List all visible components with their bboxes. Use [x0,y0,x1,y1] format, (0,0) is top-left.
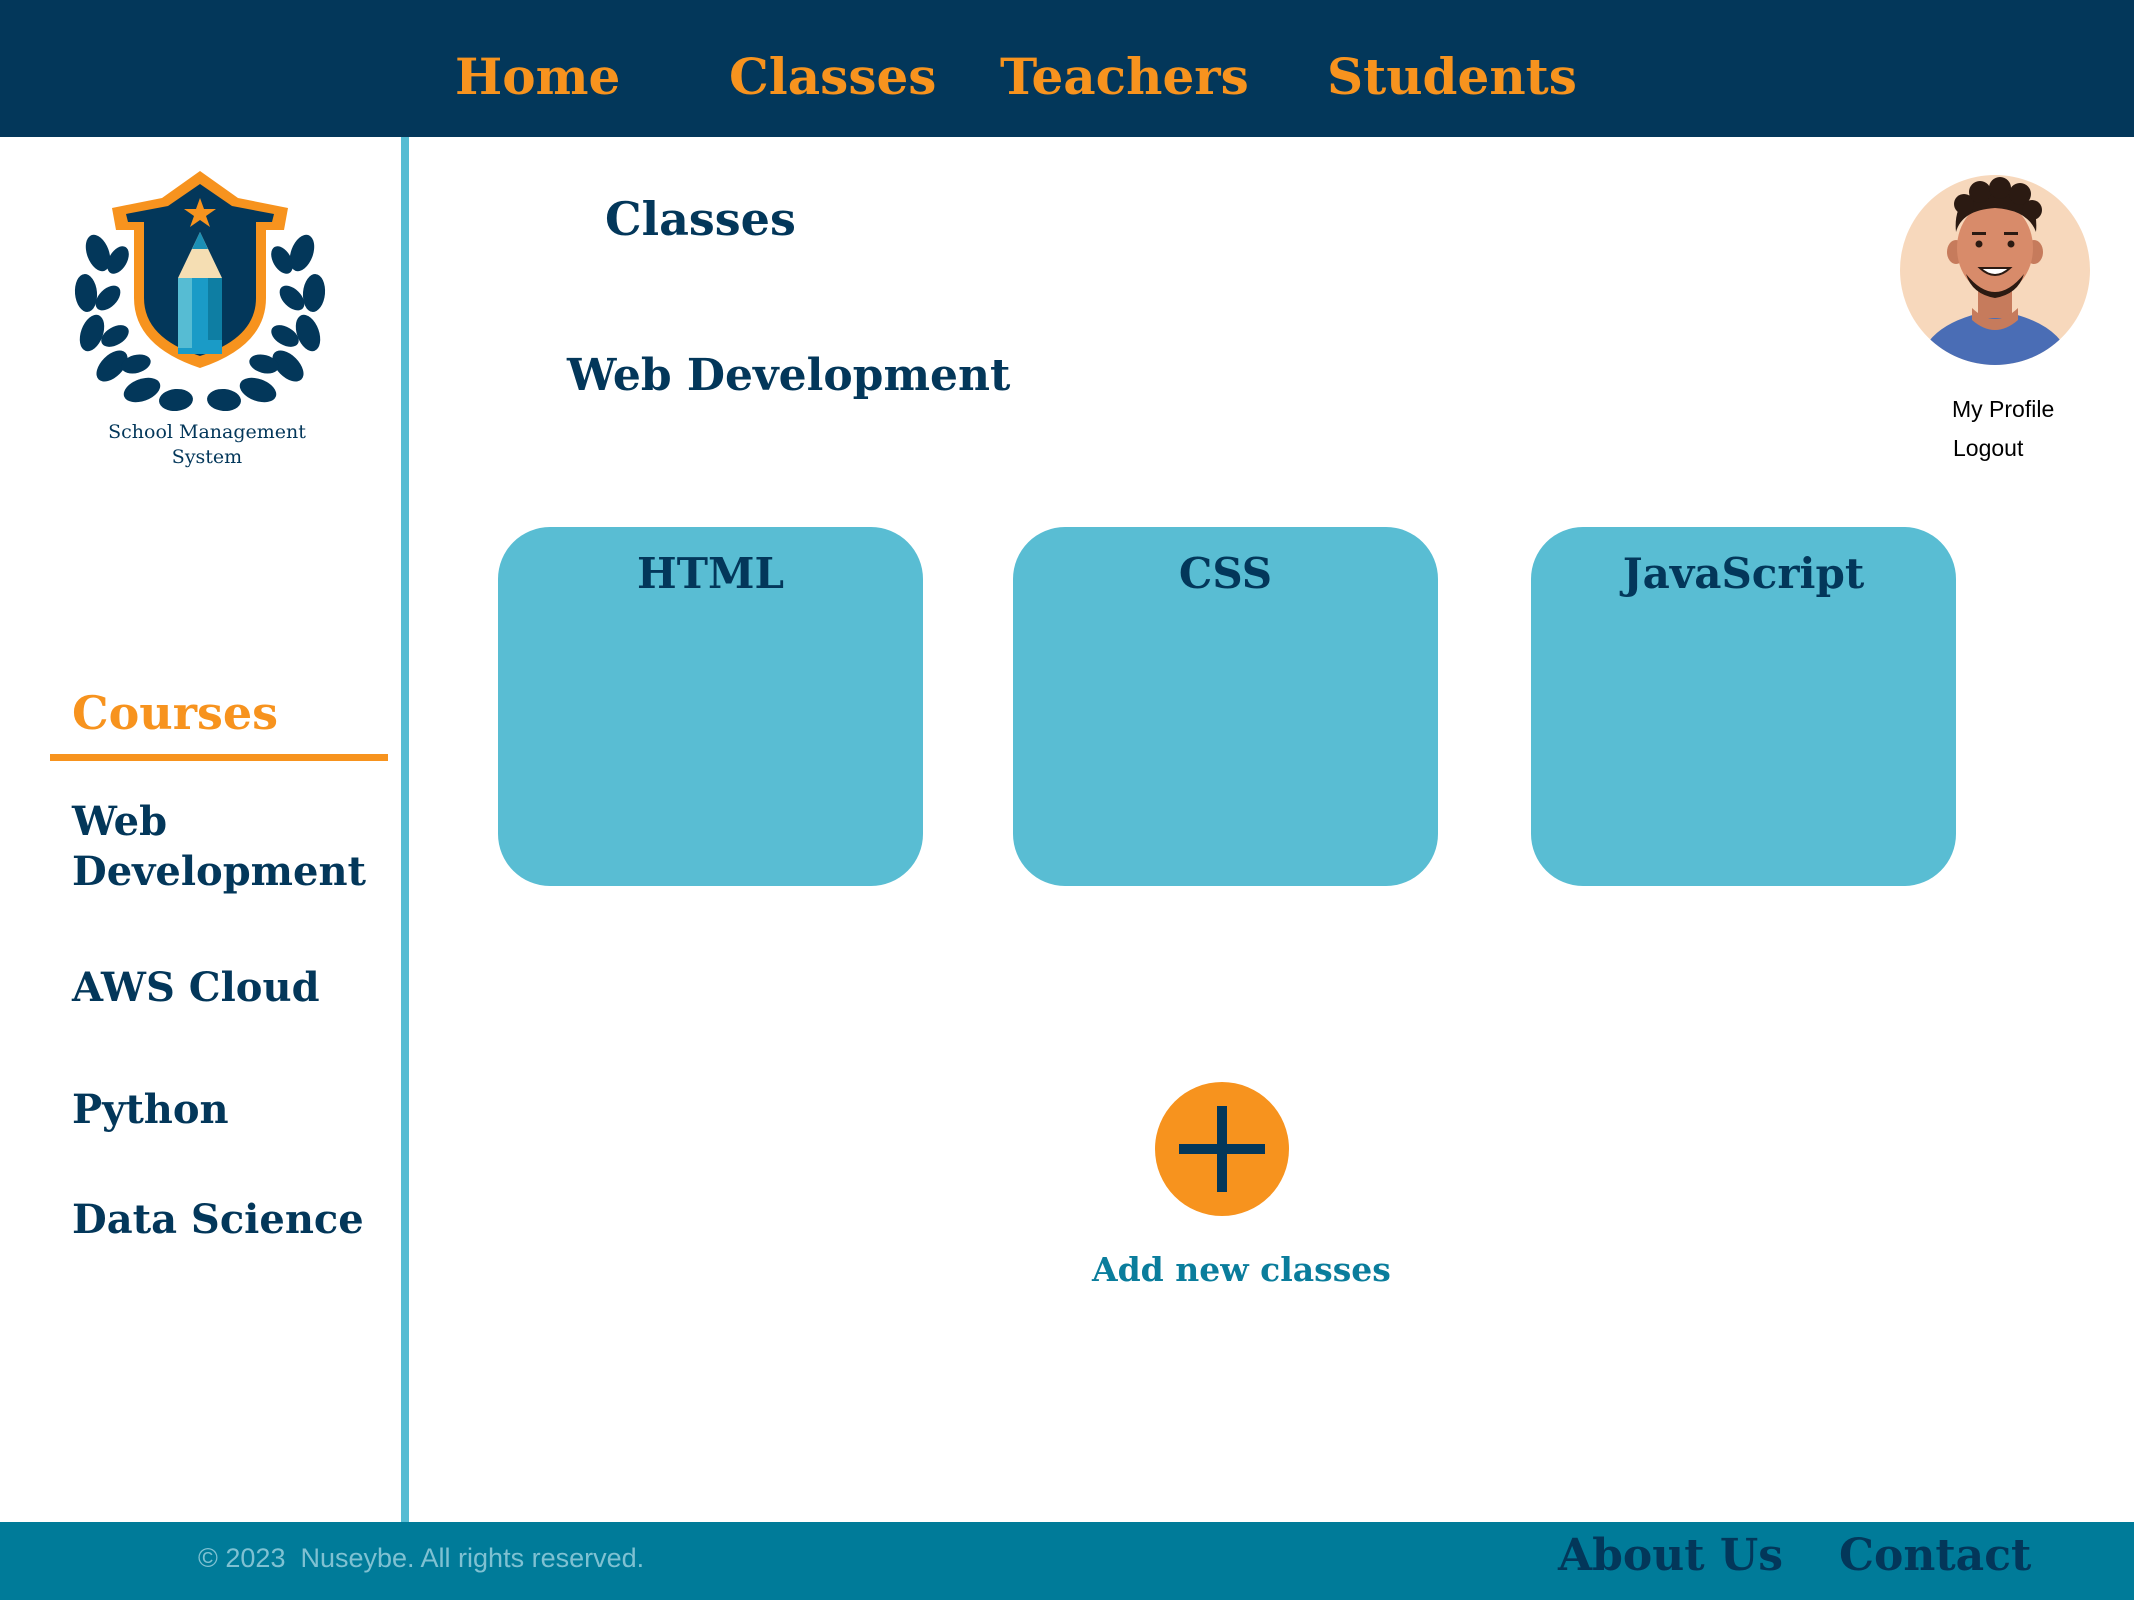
sidebar-item-aws-cloud[interactable]: AWS Cloud [72,963,392,1013]
brand-name-line2: System [171,446,243,468]
logout-link[interactable]: Logout [1953,437,2023,460]
user-avatar-icon[interactable] [1900,170,2090,370]
nav-classes[interactable]: Classes [729,52,936,102]
sidebar-item-web-development[interactable]: Web Development [72,797,392,897]
my-profile-link[interactable]: My Profile [1952,398,2054,421]
add-new-classes-link[interactable]: Add new classes [1092,1253,1391,1286]
shield-pencil-laurel-icon [74,171,326,412]
sidebar-item-python[interactable]: Python [72,1085,392,1135]
copyright-text: © 2023 Nuseybe. All rights reserved. [198,1543,645,1573]
nav-students[interactable]: Students [1327,52,1577,102]
class-card-title: JavaScript [1622,549,1865,598]
nav-home[interactable]: Home [455,52,620,102]
footer-contact-link[interactable]: Contact [1839,1534,2031,1578]
sidebar-item-data-science[interactable]: Data Science [72,1195,392,1245]
courses-heading: Courses [72,686,279,740]
nav-teachers[interactable]: Teachers [1000,52,1249,102]
class-card-javascript[interactable]: JavaScript [1531,527,1956,886]
top-nav-bar: Home Classes Teachers Students [0,0,2134,137]
class-card-html[interactable]: HTML [498,527,923,886]
class-card-css[interactable]: CSS [1013,527,1438,886]
section-title: Web Development [567,350,1011,401]
plus-icon [1179,1106,1265,1192]
page-title: Classes [605,192,796,246]
footer: © 2023 Nuseybe. All rights reserved. Abo… [0,1522,2134,1600]
sidebar-divider [401,137,409,1522]
brand-name: School Management System [60,420,354,470]
footer-about-link[interactable]: About Us [1558,1534,1783,1578]
courses-underline [50,754,388,761]
brand-name-line1: School Management [108,421,306,443]
class-card-title: CSS [1178,549,1273,598]
class-card-title: HTML [637,549,784,598]
add-class-button[interactable] [1155,1082,1289,1216]
